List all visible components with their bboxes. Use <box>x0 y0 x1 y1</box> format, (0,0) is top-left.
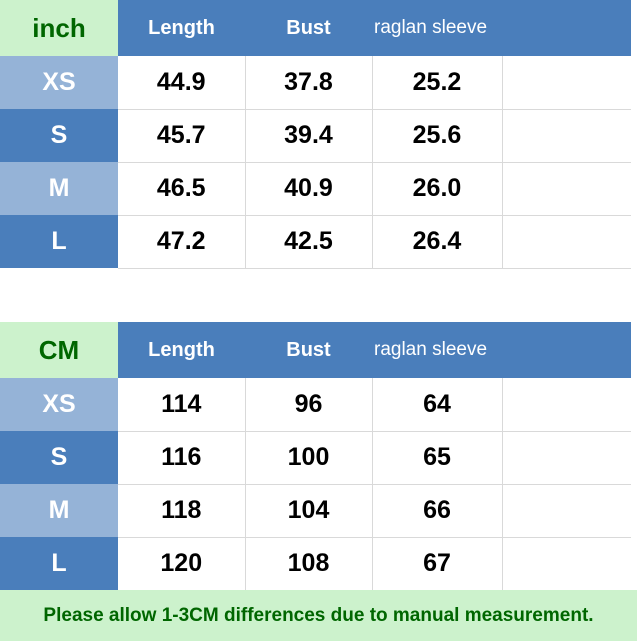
cm-table-header-row: CM Length Bust raglan sleeve <box>0 322 631 378</box>
inch-column-header-blank <box>502 0 631 56</box>
inch-xs-raglan: 25.2 <box>372 56 503 110</box>
inch-m-bust: 40.9 <box>245 162 373 216</box>
inch-row-size-m: M <box>0 162 118 215</box>
inch-size-table: inch Length Bust raglan sleeve XS 44.9 3… <box>0 0 631 269</box>
inch-column-header-bust: Bust <box>245 0 372 56</box>
cm-s-raglan: 65 <box>372 431 503 485</box>
table-row: XS 44.9 37.8 25.2 <box>0 56 631 110</box>
inch-s-blank <box>502 109 631 163</box>
table-row: L 47.2 42.5 26.4 <box>0 215 631 269</box>
cm-s-bust: 100 <box>245 431 373 485</box>
inch-xs-length: 44.9 <box>118 56 246 110</box>
cm-m-blank <box>502 484 631 538</box>
inch-s-bust: 39.4 <box>245 109 373 163</box>
inch-s-raglan: 25.6 <box>372 109 503 163</box>
inch-xs-bust: 37.8 <box>245 56 373 110</box>
cm-l-raglan: 67 <box>372 537 503 591</box>
cm-xs-bust: 96 <box>245 378 373 432</box>
cm-m-bust: 104 <box>245 484 373 538</box>
cm-unit-label: CM <box>0 322 118 378</box>
cm-m-raglan: 66 <box>372 484 503 538</box>
inch-l-bust: 42.5 <box>245 215 373 269</box>
cm-xs-length: 114 <box>118 378 246 432</box>
cm-column-header-raglan-sleeve: raglan sleeve <box>372 322 502 378</box>
cm-row-size-l: L <box>0 537 118 590</box>
table-row: S 116 100 65 <box>0 431 631 485</box>
measurement-disclaimer: Please allow 1-3CM differences due to ma… <box>0 590 637 641</box>
inch-row-size-l: L <box>0 215 118 268</box>
cm-row-size-s: S <box>0 431 118 484</box>
table-row: M 46.5 40.9 26.0 <box>0 162 631 216</box>
inch-row-size-s: S <box>0 109 118 162</box>
cm-row-size-m: M <box>0 484 118 537</box>
inch-column-header-length: Length <box>118 0 245 56</box>
cm-row-size-xs: XS <box>0 378 118 431</box>
inch-unit-label: inch <box>0 0 118 56</box>
inch-row-size-xs: XS <box>0 56 118 109</box>
inch-s-length: 45.7 <box>118 109 246 163</box>
inch-l-blank <box>502 215 631 269</box>
cm-m-length: 118 <box>118 484 246 538</box>
table-row: S 45.7 39.4 25.6 <box>0 109 631 163</box>
cm-xs-raglan: 64 <box>372 378 503 432</box>
cm-size-table: CM Length Bust raglan sleeve XS 114 96 6… <box>0 322 631 591</box>
table-row: XS 114 96 64 <box>0 378 631 432</box>
inch-column-header-raglan-sleeve: raglan sleeve <box>372 0 502 56</box>
table-row: M 118 104 66 <box>0 484 631 538</box>
size-chart: inch Length Bust raglan sleeve XS 44.9 3… <box>0 0 637 641</box>
cm-xs-blank <box>502 378 631 432</box>
table-row: L 120 108 67 <box>0 537 631 591</box>
inch-l-length: 47.2 <box>118 215 246 269</box>
cm-column-header-blank <box>502 322 631 378</box>
cm-s-length: 116 <box>118 431 246 485</box>
inch-l-raglan: 26.4 <box>372 215 503 269</box>
cm-l-blank <box>502 537 631 591</box>
inch-m-blank <box>502 162 631 216</box>
inch-m-length: 46.5 <box>118 162 246 216</box>
cm-column-header-bust: Bust <box>245 322 372 378</box>
cm-l-bust: 108 <box>245 537 373 591</box>
inch-m-raglan: 26.0 <box>372 162 503 216</box>
cm-column-header-length: Length <box>118 322 245 378</box>
cm-l-length: 120 <box>118 537 246 591</box>
inch-xs-blank <box>502 56 631 110</box>
inch-table-header-row: inch Length Bust raglan sleeve <box>0 0 631 56</box>
cm-s-blank <box>502 431 631 485</box>
